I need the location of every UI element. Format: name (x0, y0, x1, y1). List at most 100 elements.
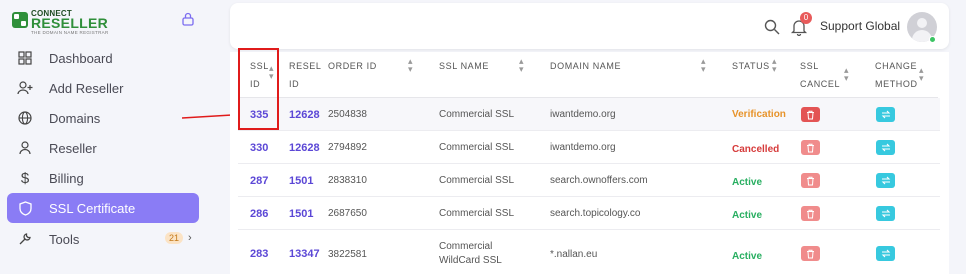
trash-icon (807, 143, 814, 152)
col-header-change-method-line2: METHOD (875, 79, 918, 89)
table-row[interactable]: 335 12628 2504838 Commercial SSL iwantde… (238, 98, 940, 131)
logo-tagline: THE DOMAIN NAME REGISTRAR (31, 30, 109, 35)
ssl-cancel-button[interactable] (801, 246, 820, 261)
change-method-button[interactable] (876, 206, 895, 221)
ssl-name: Commercial SSL (439, 208, 515, 219)
sidebar-item-label: Billing (49, 170, 84, 186)
sort-icon[interactable]: ▴ ▾ (408, 57, 413, 74)
top-bar: 0 Support Global (230, 3, 949, 49)
col-header-change-method-line1: CHANGE (875, 61, 918, 71)
sidebar-item-tools[interactable]: Tools 21 › (7, 224, 199, 254)
change-method-button[interactable] (876, 173, 895, 188)
sort-icon[interactable]: ▴ ▾ (772, 57, 777, 74)
user-name[interactable]: Support Global (820, 19, 900, 33)
col-header-ssl-cancel[interactable]: SSL CANCEL (800, 57, 840, 93)
sidebar-item-label: Tools (49, 231, 80, 247)
notification-count-badge: 0 (800, 12, 812, 24)
change-method-button[interactable] (876, 140, 895, 155)
online-status-indicator (929, 36, 936, 43)
dollar-icon: $ (20, 169, 30, 187)
ssl-id-link[interactable]: 283 (250, 230, 268, 274)
reseller-id-link[interactable]: 1501 (289, 164, 313, 197)
tools-count-badge: 21 (165, 232, 184, 244)
user-icon (17, 140, 33, 156)
sort-icon[interactable]: ▴ ▾ (844, 66, 849, 83)
col-header-ssl-cancel-line1: SSL (800, 61, 819, 71)
trash-icon (807, 209, 814, 218)
sidebar-item-domains[interactable]: Domains (7, 103, 199, 133)
table-row[interactable]: 330 12628 2794892 Commercial SSL iwantde… (238, 131, 940, 164)
col-header-order-id[interactable]: ORDER ID (328, 57, 377, 75)
ssl-cancel-button[interactable] (801, 140, 820, 155)
swap-icon (881, 249, 890, 258)
col-header-reseller-id[interactable]: RESEL ID (289, 57, 322, 93)
sidebar-item-label: Reseller (49, 140, 97, 156)
domain-name: *.nallan.eu (550, 248, 598, 260)
globe-icon (17, 110, 33, 126)
chevron-right-icon[interactable]: › (188, 232, 192, 244)
logo-text-main: RESELLER (31, 15, 109, 31)
col-header-ssl-name[interactable]: SSL NAME (439, 57, 489, 75)
swap-icon (881, 143, 890, 152)
add-user-icon (17, 80, 33, 96)
swap-icon (881, 176, 890, 185)
reseller-id-link[interactable]: 13347 (289, 230, 320, 274)
sort-icon[interactable]: ▴ ▾ (919, 66, 924, 83)
sidebar-item-label: Add Reseller (49, 80, 124, 96)
sidebar-item-reseller[interactable]: Reseller (7, 133, 199, 163)
col-header-reseller-id-line1: RESEL (289, 61, 322, 71)
col-header-status[interactable]: STATUS (732, 57, 770, 75)
table-row[interactable]: 287 1501 2838310 Commercial SSL search.o… (238, 164, 940, 197)
ssl-id-link[interactable]: 330 (250, 131, 268, 164)
col-header-change-method[interactable]: CHANGE METHOD (875, 57, 918, 93)
status-badge: Verification (732, 109, 786, 120)
lock-icon[interactable] (182, 12, 194, 26)
status-badge: Cancelled (732, 144, 780, 155)
ssl-cancel-button[interactable] (801, 107, 820, 122)
status-badge: Active (732, 250, 763, 262)
reseller-id-link[interactable]: 12628 (289, 98, 320, 131)
reseller-id-link[interactable]: 1501 (289, 197, 313, 230)
sidebar-item-add-reseller[interactable]: Add Reseller (7, 73, 199, 103)
sidebar-item-label: SSL Certificate (49, 200, 136, 216)
ssl-name-line1: Commercial (439, 241, 493, 252)
order-id: 2687650 (328, 208, 367, 219)
ssl-cancel-button[interactable] (801, 206, 820, 221)
col-header-domain-name[interactable]: DOMAIN NAME (550, 57, 621, 75)
sort-icon[interactable]: ▴ ▾ (519, 57, 524, 74)
change-method-button[interactable] (876, 107, 895, 122)
ssl-id-highlight-box (238, 48, 279, 130)
sidebar-item-label: Domains (49, 110, 101, 126)
table-row[interactable]: 286 1501 2687650 Commercial SSL search.t… (238, 197, 940, 230)
change-method-button[interactable] (876, 246, 895, 261)
col-header-ssl-cancel-line2: CANCEL (800, 79, 841, 89)
swap-icon (881, 209, 890, 218)
shield-icon (17, 200, 33, 216)
ssl-id-link[interactable]: 287 (250, 164, 268, 197)
wrench-icon (17, 231, 33, 247)
ssl-name: Commercial SSL (439, 109, 515, 120)
order-id: 2504838 (328, 109, 367, 120)
status-badge: Active (732, 177, 763, 188)
ssl-name: Commercial SSL (439, 175, 515, 186)
sidebar-item-ssl-certificate[interactable]: SSL Certificate (7, 193, 199, 223)
domain-name: search.topicology.co (550, 208, 641, 219)
sidebar: CONNECT RESELLER THE DOMAIN NAME REGISTR… (0, 0, 210, 274)
sidebar-item-label: Dashboard (49, 50, 113, 66)
order-id: 2838310 (328, 175, 367, 186)
ssl-id-link[interactable]: 286 (250, 197, 268, 230)
table-row[interactable]: 283 13347 3822581 Commercial WildCard SS… (238, 230, 940, 274)
ssl-name: Commercial WildCard SSL (439, 230, 502, 274)
grid-icon (17, 50, 33, 66)
ssl-name-line2: WildCard SSL (439, 255, 502, 266)
sidebar-item-dashboard[interactable]: Dashboard (7, 43, 199, 73)
sidebar-item-billing[interactable]: $ Billing (7, 163, 199, 193)
sort-icon[interactable]: ▴ ▾ (701, 57, 706, 74)
status-badge: Active (732, 210, 763, 221)
ssl-cancel-button[interactable] (801, 173, 820, 188)
search-icon[interactable] (764, 19, 780, 35)
reseller-id-link[interactable]: 12628 (289, 131, 320, 164)
order-id: 2794892 (328, 142, 367, 153)
domain-name: iwantdemo.org (550, 142, 616, 153)
brand-logo[interactable]: CONNECT RESELLER THE DOMAIN NAME REGISTR… (12, 9, 122, 35)
